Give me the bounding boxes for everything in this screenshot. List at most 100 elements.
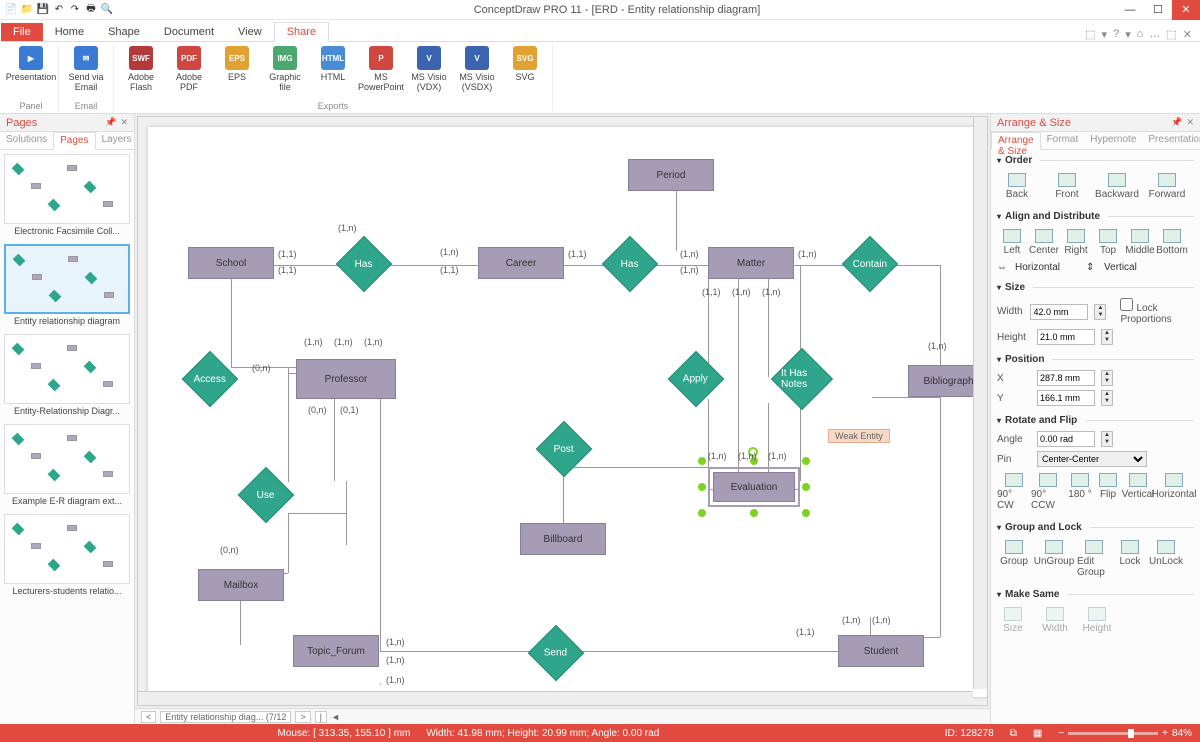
same-size-button[interactable]: Size — [997, 607, 1029, 634]
align-middle-button[interactable]: Middle — [1125, 229, 1155, 256]
horizontal-scrollbar[interactable] — [138, 691, 973, 705]
presentation-btn[interactable]: ▶Presentation — [8, 44, 54, 84]
same-width-button[interactable]: Width — [1039, 607, 1071, 634]
x-spinner[interactable]: ▲▼ — [1101, 370, 1113, 386]
align-left-button[interactable]: Left — [997, 229, 1027, 256]
help-icon[interactable]: ? — [1113, 28, 1119, 41]
ricon-1[interactable]: ▾ — [1102, 28, 1108, 41]
y-spinner[interactable]: ▲▼ — [1101, 390, 1113, 406]
close-panel-icon[interactable]: ✕ — [120, 117, 128, 128]
weak-entity-evaluation[interactable]: Evaluation — [708, 467, 800, 507]
flip-button[interactable]: Flip — [1095, 473, 1121, 511]
rel-contain[interactable]: Contain — [842, 236, 899, 293]
unlock-button[interactable]: UnLock — [1149, 540, 1183, 578]
group-button[interactable]: Group — [997, 540, 1031, 578]
group-header[interactable]: Group and Lock — [997, 519, 1194, 536]
rel-send[interactable]: Send — [528, 625, 585, 682]
export-ppt[interactable]: PMS PowerPoint — [358, 44, 404, 94]
align-right-button[interactable]: Right — [1061, 229, 1091, 256]
x-input[interactable] — [1037, 370, 1095, 386]
rel-ithasnotes[interactable]: It Has Notes — [771, 348, 833, 410]
qat-undo-icon[interactable]: ↶ — [52, 3, 66, 17]
entity-school[interactable]: School — [188, 247, 274, 279]
qat-save-icon[interactable]: 💾 — [36, 3, 50, 17]
height-spinner[interactable]: ▲▼ — [1101, 329, 1113, 345]
nav-next-button[interactable]: > — [295, 711, 310, 723]
rotate-180-button[interactable]: 180 ° — [1065, 473, 1095, 511]
y-input[interactable] — [1037, 390, 1095, 406]
ricon-5[interactable]: … — [1149, 28, 1160, 41]
minimize-button[interactable]: — — [1116, 0, 1144, 20]
page-thumb-2[interactable]: Entity-Relationship Diagr... — [4, 334, 130, 422]
lock-button[interactable]: Lock — [1115, 540, 1145, 578]
home-icon[interactable]: ⌂ — [1137, 28, 1144, 41]
entity-topic-forum[interactable]: Topic_Forum — [293, 635, 379, 667]
status-icon1[interactable]: ⧉ — [1010, 728, 1017, 739]
nav-last-button[interactable]: | — [315, 711, 327, 723]
subtab-solutions[interactable]: Solutions — [0, 132, 53, 149]
same-height-button[interactable]: Height — [1081, 607, 1113, 634]
rotate-cw-button[interactable]: 90° CW — [997, 473, 1031, 511]
ricon-0[interactable]: ⬚ — [1085, 28, 1095, 41]
order-backward-button[interactable]: Backward — [1097, 173, 1137, 200]
ungroup-button[interactable]: UnGroup — [1035, 540, 1073, 578]
rel-has2[interactable]: Has — [602, 236, 659, 293]
size-header[interactable]: Size — [997, 279, 1194, 296]
export-graphic[interactable]: IMGGraphic file — [262, 44, 308, 94]
align-header[interactable]: Align and Distribute — [997, 208, 1194, 225]
position-header[interactable]: Position — [997, 351, 1194, 368]
pin-icon[interactable]: 📌 — [105, 117, 116, 128]
ricon-3[interactable]: ▾ — [1125, 28, 1131, 41]
page-thumb-3[interactable]: Example E-R diagram ext... — [4, 424, 130, 512]
subtab-layers[interactable]: Layers — [96, 132, 138, 149]
align-bottom-button[interactable]: Bottom — [1157, 229, 1187, 256]
rel-apply[interactable]: Apply — [668, 351, 725, 408]
tab-shape[interactable]: Shape — [96, 23, 152, 41]
flip-h-button[interactable]: Horizontal — [1155, 473, 1193, 511]
order-forward-button[interactable]: Forward — [1147, 173, 1187, 200]
atab-arrange[interactable]: Arrange & Size — [991, 132, 1041, 150]
distribute-h-icon[interactable]: ⇔ — [997, 262, 1009, 273]
export-vsdx[interactable]: VMS Visio (VSDX) — [454, 44, 500, 94]
entity-student[interactable]: Student — [838, 635, 924, 667]
makesame-header[interactable]: Make Same — [997, 586, 1194, 603]
export-eps[interactable]: EPSEPS — [214, 44, 260, 94]
rel-access[interactable]: Access — [182, 351, 239, 408]
qat-print-icon[interactable]: 🖶 — [84, 3, 98, 17]
close-button[interactable]: ✕ — [1172, 0, 1200, 20]
angle-input[interactable] — [1037, 431, 1095, 447]
subtab-pages[interactable]: Pages — [53, 132, 95, 150]
export-html[interactable]: HTMLHTML — [310, 44, 356, 94]
canvas-viewport[interactable]: Period School Career Matter Bibliography… — [137, 116, 988, 706]
rel-post[interactable]: Post — [536, 421, 593, 478]
height-input[interactable] — [1037, 329, 1095, 345]
entity-period[interactable]: Period — [628, 159, 714, 191]
maximize-button[interactable]: ☐ — [1144, 0, 1172, 20]
qat-redo-icon[interactable]: ↷ — [68, 3, 82, 17]
atab-hypernote[interactable]: Hypernote — [1084, 132, 1142, 149]
width-spinner[interactable]: ▲▼ — [1094, 304, 1106, 320]
export-vdx[interactable]: VMS Visio (VDX) — [406, 44, 452, 94]
align-top-button[interactable]: Top — [1093, 229, 1123, 256]
arrange-close-icon[interactable]: ✕ — [1186, 117, 1194, 128]
zoom-in-icon[interactable]: + — [1162, 728, 1168, 739]
page-thumb-0[interactable]: Electronic Facsimile Coll... — [4, 154, 130, 242]
entity-billboard[interactable]: Billboard — [520, 523, 606, 555]
diagram-canvas[interactable]: Period School Career Matter Bibliography… — [148, 127, 988, 697]
qat-open-icon[interactable]: 📁 — [20, 3, 34, 17]
rel-use[interactable]: Use — [238, 467, 295, 524]
entity-matter[interactable]: Matter — [708, 247, 794, 279]
entity-mailbox[interactable]: Mailbox — [198, 569, 284, 601]
ricon-7[interactable]: ✕ — [1183, 28, 1192, 41]
lock-proportions-checkbox[interactable] — [1120, 298, 1133, 311]
rotate-header[interactable]: Rotate and Flip — [997, 412, 1194, 429]
export-svg[interactable]: SVGSVG — [502, 44, 548, 94]
qat-new-icon[interactable]: 📄 — [4, 3, 18, 17]
rel-has1[interactable]: Has — [336, 236, 393, 293]
tab-file[interactable]: File — [1, 23, 43, 41]
order-header[interactable]: Order — [997, 152, 1194, 169]
tab-view[interactable]: View — [226, 23, 274, 41]
order-front-button[interactable]: Front — [1047, 173, 1087, 200]
arrange-pin-icon[interactable]: 📌 — [1171, 117, 1182, 128]
scroll-left-icon[interactable]: ◄ — [331, 712, 340, 722]
